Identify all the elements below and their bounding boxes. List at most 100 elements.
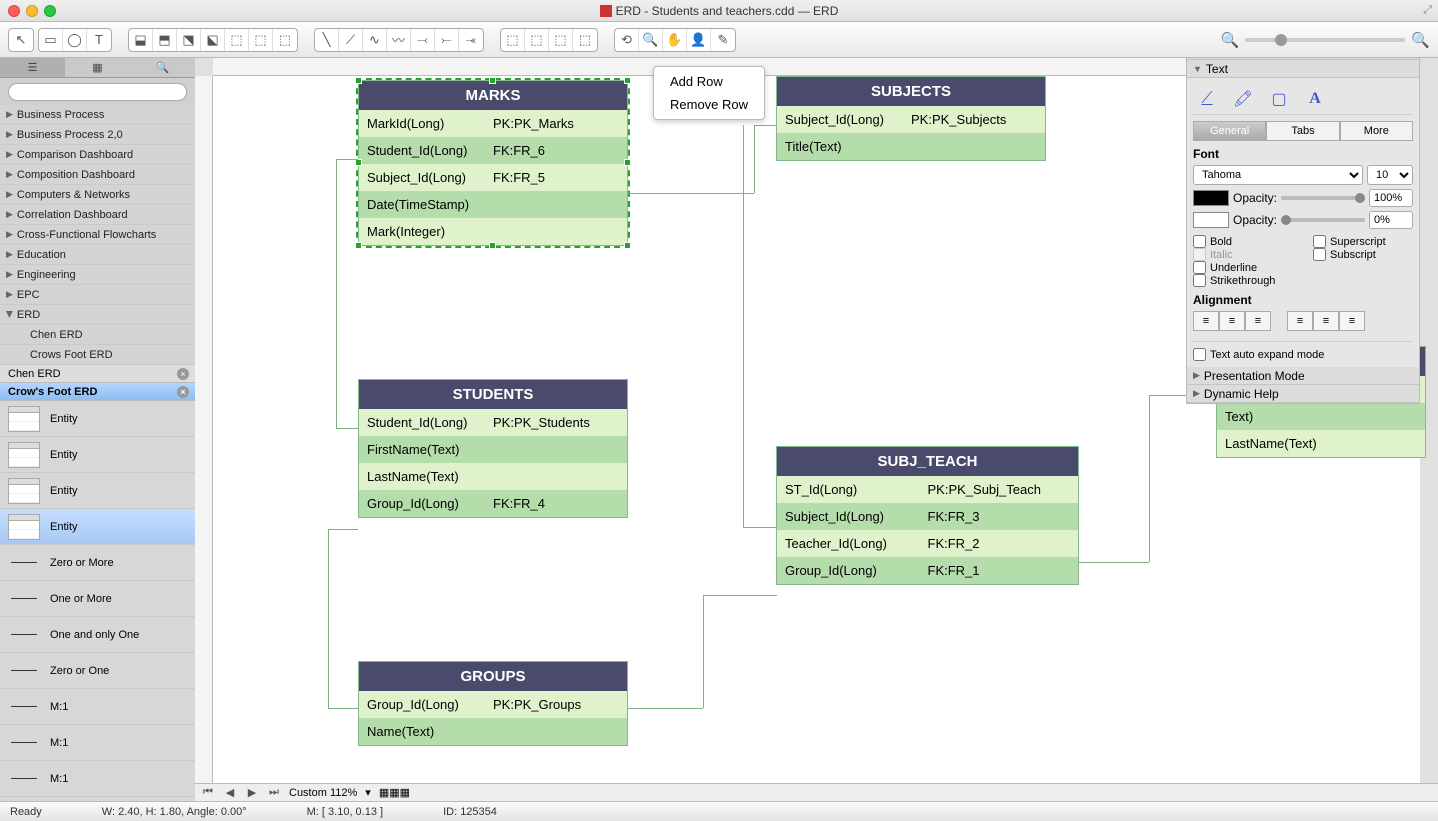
minimize-window-button[interactable]: [26, 5, 38, 17]
zoom-slider[interactable]: [1245, 38, 1405, 42]
entity-row[interactable]: Subject_Id(Long)FK:FR_3: [777, 503, 1078, 530]
underline-checkbox[interactable]: [1193, 261, 1206, 274]
shape-item[interactable]: Entity: [0, 473, 195, 509]
entity-row[interactable]: Student_Id(Long)FK:FR_6: [359, 137, 627, 164]
tree-item[interactable]: Crows Foot ERD: [0, 345, 195, 365]
zoom-in-button[interactable]: 🔍: [1411, 31, 1430, 49]
connector-tool-2[interactable]: ⤚: [435, 29, 459, 51]
entity-row[interactable]: Teacher_Id(Long)FK:FR_2: [777, 530, 1078, 557]
font-size-select[interactable]: 10: [1367, 165, 1413, 185]
superscript-checkbox[interactable]: [1313, 235, 1326, 248]
entity-row[interactable]: LastName(Text): [1217, 430, 1425, 457]
close-tab-icon[interactable]: ×: [177, 368, 189, 380]
bg-opacity-value[interactable]: [1369, 211, 1413, 229]
subscript-checkbox[interactable]: [1313, 248, 1326, 261]
tree-item[interactable]: ▶Composition Dashboard: [0, 165, 195, 185]
arc-tool[interactable]: ⟋: [339, 29, 363, 51]
context-menu-add-row[interactable]: Add Row: [654, 70, 764, 93]
tree-item[interactable]: ▶Business Process: [0, 105, 195, 125]
entity-row[interactable]: FirstName(Text): [359, 436, 627, 463]
tree-item[interactable]: ▶EPC: [0, 285, 195, 305]
tree-item[interactable]: ▶Cross-Functional Flowcharts: [0, 225, 195, 245]
valign-middle-button[interactable]: ≡: [1313, 311, 1339, 331]
panel-tab-tabs[interactable]: Tabs: [1266, 121, 1339, 141]
info-tool[interactable]: 👤: [687, 29, 711, 51]
shape-item[interactable]: Zero or One: [0, 653, 195, 689]
bg-color-swatch[interactable]: [1193, 212, 1229, 228]
tree-item[interactable]: ▶Business Process 2,0: [0, 125, 195, 145]
shape-item[interactable]: M:1: [0, 761, 195, 797]
text-opacity-slider[interactable]: [1281, 196, 1365, 200]
entity-subjects[interactable]: SUBJECTS Subject_Id(Long)PK:PK_SubjectsT…: [776, 76, 1046, 161]
connector-tool-3[interactable]: ⤛: [459, 29, 483, 51]
org-tool-6[interactable]: ⬚: [249, 29, 273, 51]
entity-row[interactable]: Date(TimeStamp): [359, 191, 627, 218]
hand-tool[interactable]: ✋: [663, 29, 687, 51]
shape-item[interactable]: One or More: [0, 581, 195, 617]
ellipse-tool[interactable]: ◯: [63, 29, 87, 51]
entity-row[interactable]: Group_Id(Long)PK:PK_Groups: [359, 691, 627, 718]
group-tool-3[interactable]: ⬚: [549, 29, 573, 51]
align-right-button[interactable]: ≡: [1245, 311, 1271, 331]
line-tool[interactable]: ╲: [315, 29, 339, 51]
entity-subj-teach[interactable]: SUBJ_TEACH ST_Id(Long)PK:PK_Subj_TeachSu…: [776, 446, 1079, 585]
shape-item[interactable]: Entity: [0, 401, 195, 437]
spline-tool[interactable]: 〰: [387, 29, 411, 51]
text-opacity-value[interactable]: [1369, 189, 1413, 207]
grid-icon[interactable]: ▦▦▦: [379, 786, 410, 799]
entity-row[interactable]: Subject_Id(Long)PK:PK_Subjects: [777, 106, 1045, 133]
reset-tool[interactable]: ⟲: [615, 29, 639, 51]
group-tool-1[interactable]: ⬚: [501, 29, 525, 51]
connector-tool-1[interactable]: ⤙: [411, 29, 435, 51]
entity-row[interactable]: LastName(Text): [359, 463, 627, 490]
close-window-button[interactable]: [8, 5, 20, 17]
zoom-window-button[interactable]: [44, 5, 56, 17]
panel-section-text[interactable]: ▼Text: [1187, 60, 1419, 78]
org-tool-1[interactable]: ⬓: [129, 29, 153, 51]
library-tab[interactable]: Crow's Foot ERD×: [0, 383, 195, 401]
zoom-tool[interactable]: 🔍: [639, 29, 663, 51]
shape-item[interactable]: Entity: [0, 509, 195, 545]
entity-row[interactable]: MarkId(Long)PK:PK_Marks: [359, 110, 627, 137]
entity-row[interactable]: Group_Id(Long)FK:FR_1: [777, 557, 1078, 584]
tree-item[interactable]: ▶Comparison Dashboard: [0, 145, 195, 165]
group-tool-2[interactable]: ⬚: [525, 29, 549, 51]
tree-item[interactable]: Chen ERD: [0, 325, 195, 345]
tree-item[interactable]: ▶Computers & Networks: [0, 185, 195, 205]
page-last-button[interactable]: ⏭: [267, 786, 281, 799]
entity-groups[interactable]: GROUPS Group_Id(Long)PK:PK_GroupsName(Te…: [358, 661, 628, 746]
entity-row[interactable]: Mark(Integer): [359, 218, 627, 245]
list-view-tab[interactable]: ▦: [65, 58, 130, 77]
entity-students[interactable]: STUDENTS Student_Id(Long)PK:PK_StudentsF…: [358, 379, 628, 518]
font-family-select[interactable]: Tahoma: [1193, 165, 1363, 185]
page-next-button[interactable]: ▶: [245, 786, 259, 799]
text-font-icon[interactable]: A: [1301, 88, 1329, 110]
align-left-button[interactable]: ≡: [1193, 311, 1219, 331]
curve-tool[interactable]: ∿: [363, 29, 387, 51]
text-tool[interactable]: T: [87, 29, 111, 51]
tree-item[interactable]: ▶Engineering: [0, 265, 195, 285]
entity-row[interactable]: ST_Id(Long)PK:PK_Subj_Teach: [777, 476, 1078, 503]
bg-opacity-slider[interactable]: [1281, 218, 1365, 222]
text-box-icon[interactable]: ▢: [1265, 88, 1293, 110]
entity-row[interactable]: Name(Text): [359, 718, 627, 745]
shape-item[interactable]: One and only One: [0, 617, 195, 653]
shape-item[interactable]: M:1: [0, 689, 195, 725]
align-center-button[interactable]: ≡: [1219, 311, 1245, 331]
zoom-level-label[interactable]: Custom 112%: [289, 787, 357, 799]
org-tool-3[interactable]: ⬔: [177, 29, 201, 51]
valign-bottom-button[interactable]: ≡: [1339, 311, 1365, 331]
edit-tool[interactable]: ✎: [711, 29, 735, 51]
shape-item[interactable]: Entity: [0, 437, 195, 473]
text-highlight-icon[interactable]: 🖍: [1229, 88, 1257, 110]
entity-row[interactable]: Student_Id(Long)PK:PK_Students: [359, 409, 627, 436]
shape-item[interactable]: Zero or More: [0, 545, 195, 581]
org-tool-4[interactable]: ⬕: [201, 29, 225, 51]
resize-icon[interactable]: ⤢: [1423, 4, 1432, 17]
zoom-dropdown-icon[interactable]: ▾: [365, 786, 371, 799]
page-prev-button[interactable]: ◀: [223, 786, 237, 799]
zoom-out-button[interactable]: 🔍: [1221, 31, 1240, 49]
shape-item[interactable]: M:1: [0, 725, 195, 761]
entity-marks[interactable]: MARKS MarkId(Long)PK:PK_MarksStudent_Id(…: [358, 80, 628, 246]
tree-item[interactable]: ▶ERD: [0, 305, 195, 325]
